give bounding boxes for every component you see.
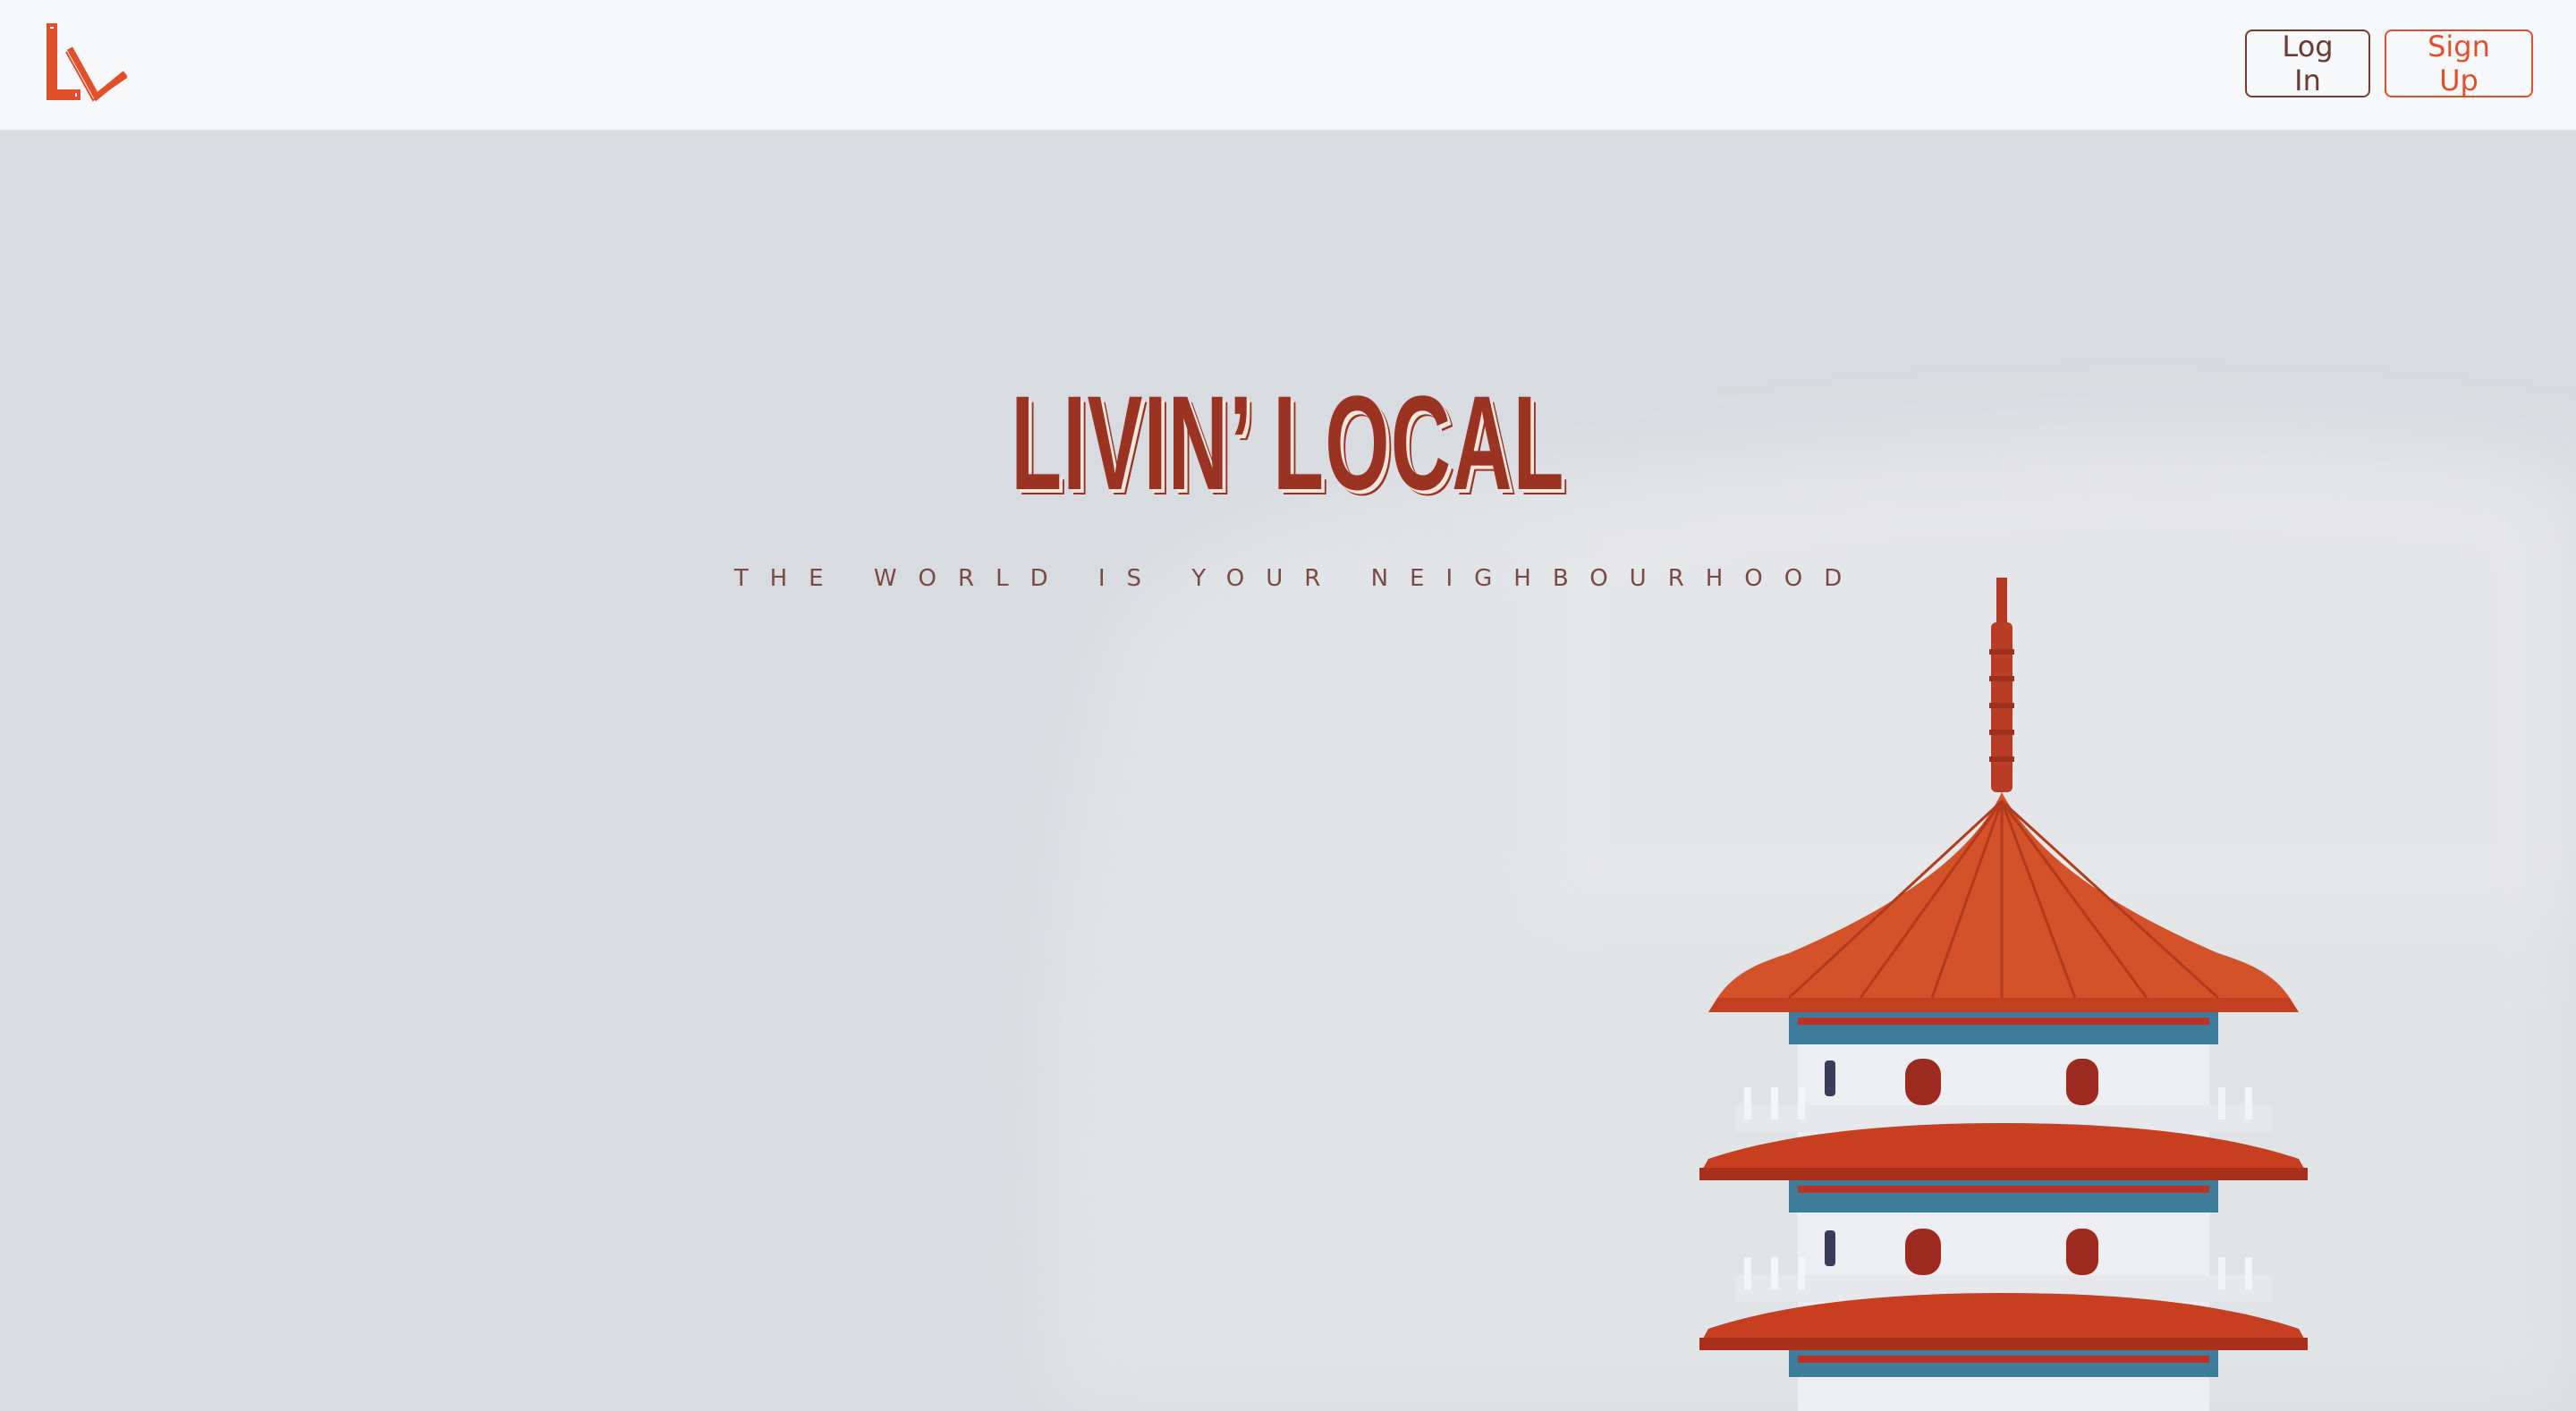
hero-section: LIVIN’ LOCAL THE WORLD IS YOUR NEIGHBOUR… <box>0 131 2576 1411</box>
livin-local-logo-icon[interactable] <box>43 21 129 107</box>
top-navbar: Log In Sign Up <box>0 0 2576 131</box>
pagoda-illustration <box>1699 578 2308 1411</box>
login-button[interactable]: Log In <box>2245 30 2370 97</box>
hero-title: LIVIN’ LOCAL <box>1011 368 1565 518</box>
signup-button[interactable]: Sign Up <box>2385 30 2533 97</box>
auth-buttons: Log In Sign Up <box>2245 30 2533 97</box>
